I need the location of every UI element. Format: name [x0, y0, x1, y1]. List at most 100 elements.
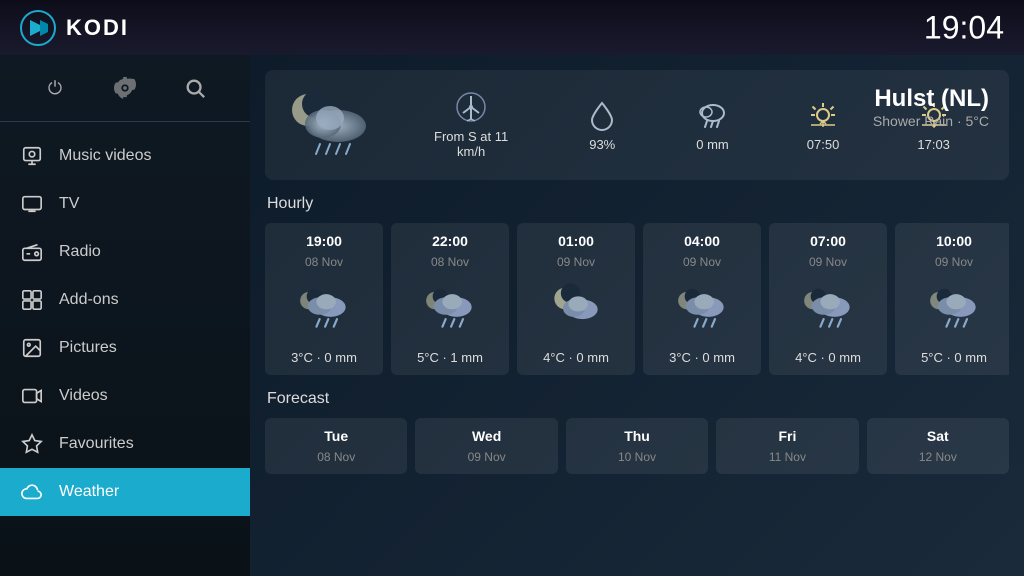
hour-weather-icon — [928, 279, 980, 340]
humidity-stat: 93% — [586, 99, 618, 152]
forecast-day: Sat — [927, 428, 949, 444]
wind-value: From S at 11km/h — [434, 129, 508, 159]
hour-date: 09 Nov — [809, 255, 847, 269]
hour-temp: 3°C · 0 mm — [291, 350, 357, 365]
main-content: From S at 11km/h 93% 0 mm — [250, 55, 1024, 576]
forecast-day: Thu — [624, 428, 650, 444]
sidebar-item-favourites[interactable]: Favourites — [0, 420, 250, 468]
hour-temp: 4°C · 0 mm — [795, 350, 861, 365]
hour-weather-icon — [550, 279, 602, 340]
videos-icon — [20, 384, 44, 408]
location-description: Shower Rain · 5°C — [873, 113, 989, 129]
humidity-icon — [586, 99, 618, 131]
hour-date: 09 Nov — [935, 255, 973, 269]
hour-time: 22:00 — [432, 233, 468, 249]
kodi-icon — [20, 10, 56, 46]
weather-icon — [20, 480, 44, 504]
hour-weather-icon — [676, 279, 728, 340]
current-weather-panel: From S at 11km/h 93% 0 mm — [265, 70, 1009, 180]
current-location: Hulst (NL) Shower Rain · 5°C — [873, 85, 989, 129]
forecast-day: Wed — [472, 428, 501, 444]
sidebar-item-tv[interactable]: TV — [0, 180, 250, 228]
hour-temp: 3°C · 0 mm — [669, 350, 735, 365]
pictures-icon — [20, 336, 44, 360]
tv-icon — [20, 192, 44, 216]
forecast-card: Sat 12 Nov — [867, 418, 1009, 474]
sunset-value: 17:03 — [917, 137, 950, 152]
sidebar-item-radio[interactable]: Radio — [0, 228, 250, 276]
forecast-date: 10 Nov — [618, 450, 656, 464]
sidebar-nav: Music videos TV RadioAdd-ons Pictures Videos… — [0, 122, 250, 576]
hourly-card: 22:00 08 Nov 5°C · 1 mm — [391, 223, 509, 375]
hourly-cards: 19:00 08 Nov 3°C · 0 mm 22:00 08 Nov — [265, 223, 1009, 375]
rain-stat: 0 mm — [696, 99, 729, 152]
hourly-card: 04:00 09 Nov 3°C · 0 mm — [643, 223, 761, 375]
clock: 19:04 — [924, 9, 1004, 46]
hour-date: 08 Nov — [305, 255, 343, 269]
hour-temp: 5°C · 1 mm — [417, 350, 483, 365]
wind-stat: From S at 11km/h — [434, 91, 508, 159]
hourly-title: Hourly — [267, 195, 1009, 213]
hour-temp: 4°C · 0 mm — [543, 350, 609, 365]
forecast-day: Fri — [778, 428, 796, 444]
forecast-card: Fri 11 Nov — [716, 418, 858, 474]
wind-icon — [455, 91, 487, 123]
hour-time: 10:00 — [936, 233, 972, 249]
rain-value: 0 mm — [696, 137, 729, 152]
hour-time: 07:00 — [810, 233, 846, 249]
kodi-title: KODI — [66, 15, 129, 41]
sidebar: ⏻ Music videos TV RadioAdd-ons Pictures Vide… — [0, 55, 250, 576]
music-videos-icon — [20, 144, 44, 168]
hour-time: 01:00 — [558, 233, 594, 249]
power-button[interactable]: ⏻ — [37, 70, 73, 106]
hour-date: 09 Nov — [557, 255, 595, 269]
sidebar-item-weather[interactable]: Weather — [0, 468, 250, 516]
search-button[interactable] — [177, 70, 213, 106]
hour-time: 19:00 — [306, 233, 342, 249]
hour-time: 04:00 — [684, 233, 720, 249]
sidebar-item-videos[interactable]: Videos — [0, 372, 250, 420]
videos-label: Videos — [59, 387, 108, 405]
forecast-date: 12 Nov — [919, 450, 957, 464]
forecast-card: Tue 08 Nov — [265, 418, 407, 474]
location-name: Hulst (NL) — [873, 85, 989, 113]
sidebar-item-pictures[interactable]: Pictures — [0, 324, 250, 372]
sunrise-stat: 07:50 — [807, 99, 840, 152]
settings-button[interactable] — [107, 70, 143, 106]
forecast-card: Thu 10 Nov — [566, 418, 708, 474]
current-weather-icon — [285, 85, 375, 165]
hour-date: 09 Nov — [683, 255, 721, 269]
forecast-day: Tue — [324, 428, 348, 444]
favourites-label: Favourites — [59, 435, 134, 453]
sidebar-item-add-ons[interactable]: Add-ons — [0, 276, 250, 324]
music-videos-label: Music videos — [59, 147, 151, 165]
header: KODI 19:04 — [0, 0, 1024, 55]
forecast-card: Wed 09 Nov — [415, 418, 557, 474]
forecast-date: 11 Nov — [769, 450, 806, 464]
sunrise-icon — [807, 99, 839, 131]
pictures-label: Pictures — [59, 339, 117, 357]
hour-weather-icon — [424, 279, 476, 340]
add-ons-icon — [20, 288, 44, 312]
hourly-card: 07:00 09 Nov 4°C · 0 mm — [769, 223, 887, 375]
tv-label: TV — [59, 195, 79, 213]
forecast-date: 09 Nov — [468, 450, 506, 464]
hour-temp: 5°C · 0 mm — [921, 350, 987, 365]
hourly-card: 19:00 08 Nov 3°C · 0 mm — [265, 223, 383, 375]
hour-date: 08 Nov — [431, 255, 469, 269]
hour-weather-icon — [802, 279, 854, 340]
humidity-value: 93% — [589, 137, 615, 152]
hourly-section: Hourly 19:00 08 Nov 3°C · 0 mm 22:00 08 … — [265, 195, 1009, 375]
sunrise-value: 07:50 — [807, 137, 840, 152]
rain-icon — [697, 99, 729, 131]
sidebar-icon-bar: ⏻ — [0, 55, 250, 122]
forecast-cards: Tue 08 Nov Wed 09 Nov Thu 10 Nov Fri 11 … — [265, 418, 1009, 474]
forecast-section: Forecast Tue 08 Nov Wed 09 Nov Thu 10 No… — [265, 390, 1009, 474]
forecast-title: Forecast — [267, 390, 1009, 408]
favourites-icon — [20, 432, 44, 456]
cloud-rain-icon — [288, 88, 373, 163]
forecast-date: 08 Nov — [317, 450, 355, 464]
sidebar-item-music-videos[interactable]: Music videos — [0, 132, 250, 180]
hour-weather-icon — [298, 279, 350, 340]
hourly-card: 01:00 09 Nov 4°C · 0 mm — [517, 223, 635, 375]
